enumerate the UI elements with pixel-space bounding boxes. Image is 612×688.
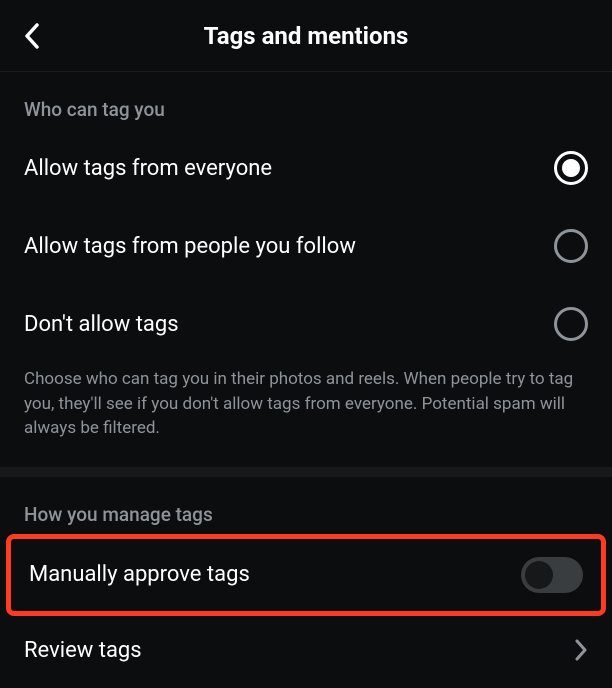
section-header-who-can-tag: Who can tag you bbox=[0, 72, 612, 129]
chevron-right-icon bbox=[574, 639, 588, 661]
radio-indicator bbox=[554, 229, 588, 263]
page-title: Tags and mentions bbox=[0, 22, 612, 50]
toggle-switch-off[interactable] bbox=[521, 557, 583, 593]
back-button[interactable] bbox=[10, 14, 54, 58]
back-icon bbox=[22, 22, 42, 50]
radio-option-none[interactable]: Don't allow tags bbox=[0, 285, 612, 363]
radio-option-everyone[interactable]: Allow tags from everyone bbox=[0, 129, 612, 207]
radio-label: Don't allow tags bbox=[24, 312, 179, 337]
settings-screen: Tags and mentions Who can tag you Allow … bbox=[0, 0, 612, 688]
radio-label: Allow tags from everyone bbox=[24, 156, 272, 181]
radio-option-following[interactable]: Allow tags from people you follow bbox=[0, 207, 612, 285]
section-description: Choose who can tag you in their photos a… bbox=[0, 363, 612, 467]
radio-indicator bbox=[554, 307, 588, 341]
section-divider bbox=[0, 467, 612, 477]
review-tags-row[interactable]: Review tags bbox=[0, 616, 612, 685]
section-header-manage-tags: How you manage tags bbox=[0, 477, 612, 534]
radio-label: Allow tags from people you follow bbox=[24, 234, 356, 259]
header-bar: Tags and mentions bbox=[0, 0, 612, 72]
manually-approve-toggle-row[interactable]: Manually approve tags bbox=[11, 539, 601, 611]
toggle-knob bbox=[525, 561, 553, 589]
highlight-annotation: Manually approve tags bbox=[6, 534, 606, 616]
nav-label: Review tags bbox=[24, 638, 142, 663]
radio-indicator-selected bbox=[554, 151, 588, 185]
toggle-label: Manually approve tags bbox=[29, 562, 250, 587]
